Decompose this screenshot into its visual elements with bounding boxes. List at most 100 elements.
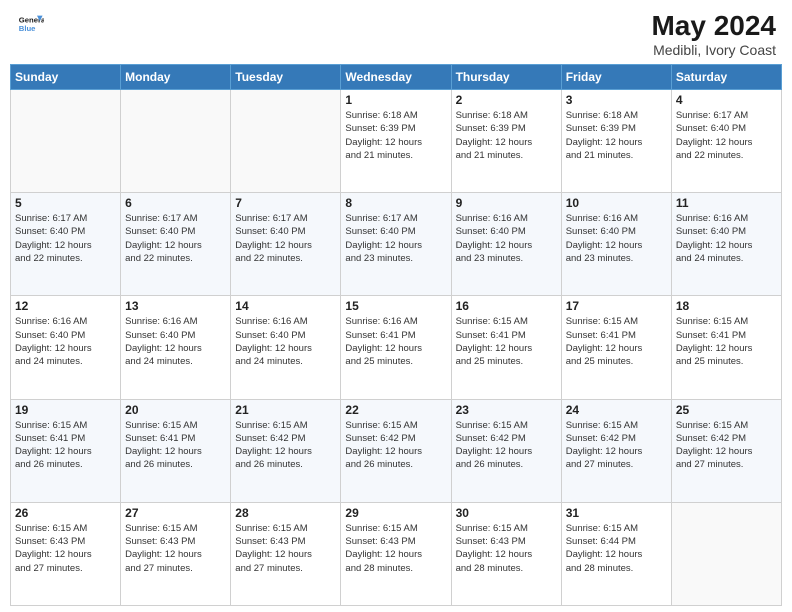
day-number: 9 [456,196,557,210]
day-number: 6 [125,196,226,210]
day-number: 31 [566,506,667,520]
day-number: 10 [566,196,667,210]
logo: General Blue [16,10,44,38]
calendar-cell: 16 Sunrise: 6:15 AM Sunset: 6:41 PM Dayli… [451,296,561,399]
day-info: Sunrise: 6:15 AM Sunset: 6:42 PM Dayligh… [235,419,336,472]
weekday-header-sunday: Sunday [11,65,121,90]
day-info: Sunrise: 6:15 AM Sunset: 6:43 PM Dayligh… [345,522,446,575]
calendar-cell: 1 Sunrise: 6:18 AM Sunset: 6:39 PM Daylig… [341,90,451,193]
title-month: May 2024 [651,10,776,42]
day-number: 20 [125,403,226,417]
day-number: 1 [345,93,446,107]
day-info: Sunrise: 6:16 AM Sunset: 6:40 PM Dayligh… [235,315,336,368]
day-info: Sunrise: 6:16 AM Sunset: 6:40 PM Dayligh… [15,315,116,368]
day-info: Sunrise: 6:16 AM Sunset: 6:40 PM Dayligh… [566,212,667,265]
title-location: Medibli, Ivory Coast [651,42,776,58]
day-info: Sunrise: 6:15 AM Sunset: 6:43 PM Dayligh… [456,522,557,575]
day-number: 21 [235,403,336,417]
day-info: Sunrise: 6:16 AM Sunset: 6:40 PM Dayligh… [676,212,777,265]
week-row-5: 26 Sunrise: 6:15 AM Sunset: 6:43 PM Dayli… [11,502,782,605]
day-number: 4 [676,93,777,107]
calendar-cell: 28 Sunrise: 6:15 AM Sunset: 6:43 PM Dayli… [231,502,341,605]
day-number: 26 [15,506,116,520]
day-number: 8 [345,196,446,210]
calendar-cell: 27 Sunrise: 6:15 AM Sunset: 6:43 PM Dayli… [121,502,231,605]
day-info: Sunrise: 6:15 AM Sunset: 6:43 PM Dayligh… [235,522,336,575]
weekday-header-thursday: Thursday [451,65,561,90]
day-info: Sunrise: 6:15 AM Sunset: 6:43 PM Dayligh… [15,522,116,575]
day-number: 13 [125,299,226,313]
weekday-header-tuesday: Tuesday [231,65,341,90]
calendar-cell: 19Sunrise: 6:15 AM Sunset: 6:41 PM Dayli… [11,399,121,502]
calendar-cell [671,502,781,605]
day-info: Sunrise: 6:16 AM Sunset: 6:41 PM Dayligh… [345,315,446,368]
calendar-cell: 14Sunrise: 6:16 AM Sunset: 6:40 PM Dayli… [231,296,341,399]
day-number: 28 [235,506,336,520]
calendar-cell: 22Sunrise: 6:15 AM Sunset: 6:42 PM Dayli… [341,399,451,502]
weekday-header-friday: Friday [561,65,671,90]
calendar-cell: 21 Sunrise: 6:15 AM Sunset: 6:42 PM Dayli… [231,399,341,502]
week-row-4: 19 Sunrise: 6:15 AM Sunset: 6:41 PM Dayli… [11,399,782,502]
calendar-cell: 13Sunrise: 6:16 AM Sunset: 6:40 PM Dayli… [121,296,231,399]
day-number: 29 [345,506,446,520]
calendar-cell [11,90,121,193]
calendar-cell: 6 Sunrise: 6:17 AM Sunset: 6:40 PM Daylig… [121,193,231,296]
calendar-cell [121,90,231,193]
day-info: Sunrise: 6:15 AM Sunset: 6:44 PM Dayligh… [566,522,667,575]
calendar-cell: 3Sunrise: 6:18 AM Sunset: 6:39 PM Daylig… [561,90,671,193]
calendar-cell: 29 Sunrise: 6:15 AM Sunset: 6:43 PM Dayli… [341,502,451,605]
calendar-cell: 18 Sunrise: 6:15 AM Sunset: 6:41 PM Dayli… [671,296,781,399]
logo-icon: General Blue [16,10,44,38]
day-info: Sunrise: 6:15 AM Sunset: 6:41 PM Dayligh… [676,315,777,368]
calendar-cell: 23Sunrise: 6:15 AM Sunset: 6:42 PM Dayli… [451,399,561,502]
day-number: 30 [456,506,557,520]
day-info: Sunrise: 6:17 AM Sunset: 6:40 PM Dayligh… [15,212,116,265]
page: General Blue May 2024 Medibli, Ivory Coa… [0,0,792,612]
calendar-cell: 11 Sunrise: 6:16 AM Sunset: 6:40 PM Dayli… [671,193,781,296]
day-number: 27 [125,506,226,520]
day-number: 22 [345,403,446,417]
day-info: Sunrise: 6:15 AM Sunset: 6:43 PM Dayligh… [125,522,226,575]
day-info: Sunrise: 6:18 AM Sunset: 6:39 PM Dayligh… [566,109,667,162]
calendar-cell: 8 Sunrise: 6:17 AM Sunset: 6:40 PM Daylig… [341,193,451,296]
day-info: Sunrise: 6:15 AM Sunset: 6:41 PM Dayligh… [566,315,667,368]
calendar-cell: 10 Sunrise: 6:16 AM Sunset: 6:40 PM Dayli… [561,193,671,296]
calendar: SundayMondayTuesdayWednesdayThursdayFrid… [0,64,792,612]
day-number: 19 [15,403,116,417]
day-number: 16 [456,299,557,313]
day-info: Sunrise: 6:15 AM Sunset: 6:41 PM Dayligh… [125,419,226,472]
day-number: 7 [235,196,336,210]
day-number: 5 [15,196,116,210]
day-number: 18 [676,299,777,313]
calendar-cell: 26 Sunrise: 6:15 AM Sunset: 6:43 PM Dayli… [11,502,121,605]
calendar-cell: 17Sunrise: 6:15 AM Sunset: 6:41 PM Dayli… [561,296,671,399]
day-number: 12 [15,299,116,313]
day-info: Sunrise: 6:18 AM Sunset: 6:39 PM Dayligh… [456,109,557,162]
day-info: Sunrise: 6:15 AM Sunset: 6:42 PM Dayligh… [566,419,667,472]
day-number: 15 [345,299,446,313]
day-number: 11 [676,196,777,210]
title-block: May 2024 Medibli, Ivory Coast [651,10,776,58]
calendar-cell: 5 Sunrise: 6:17 AM Sunset: 6:40 PM Daylig… [11,193,121,296]
header: General Blue May 2024 Medibli, Ivory Coa… [0,0,792,64]
day-info: Sunrise: 6:17 AM Sunset: 6:40 PM Dayligh… [125,212,226,265]
day-info: Sunrise: 6:17 AM Sunset: 6:40 PM Dayligh… [676,109,777,162]
calendar-cell: 30 Sunrise: 6:15 AM Sunset: 6:43 PM Dayli… [451,502,561,605]
calendar-table: SundayMondayTuesdayWednesdayThursdayFrid… [10,64,782,606]
day-info: Sunrise: 6:18 AM Sunset: 6:39 PM Dayligh… [345,109,446,162]
day-number: 25 [676,403,777,417]
calendar-cell: 12 Sunrise: 6:16 AM Sunset: 6:40 PM Dayli… [11,296,121,399]
day-number: 2 [456,93,557,107]
day-info: Sunrise: 6:16 AM Sunset: 6:40 PM Dayligh… [456,212,557,265]
calendar-cell: 15 Sunrise: 6:16 AM Sunset: 6:41 PM Dayli… [341,296,451,399]
week-row-3: 12 Sunrise: 6:16 AM Sunset: 6:40 PM Dayli… [11,296,782,399]
day-info: Sunrise: 6:15 AM Sunset: 6:41 PM Dayligh… [456,315,557,368]
day-info: Sunrise: 6:17 AM Sunset: 6:40 PM Dayligh… [235,212,336,265]
calendar-cell: 2 Sunrise: 6:18 AM Sunset: 6:39 PM Daylig… [451,90,561,193]
calendar-cell: 20 Sunrise: 6:15 AM Sunset: 6:41 PM Dayli… [121,399,231,502]
svg-text:Blue: Blue [19,24,36,33]
calendar-cell: 4 Sunrise: 6:17 AM Sunset: 6:40 PM Daylig… [671,90,781,193]
day-number: 24 [566,403,667,417]
day-info: Sunrise: 6:15 AM Sunset: 6:42 PM Dayligh… [676,419,777,472]
day-info: Sunrise: 6:17 AM Sunset: 6:40 PM Dayligh… [345,212,446,265]
